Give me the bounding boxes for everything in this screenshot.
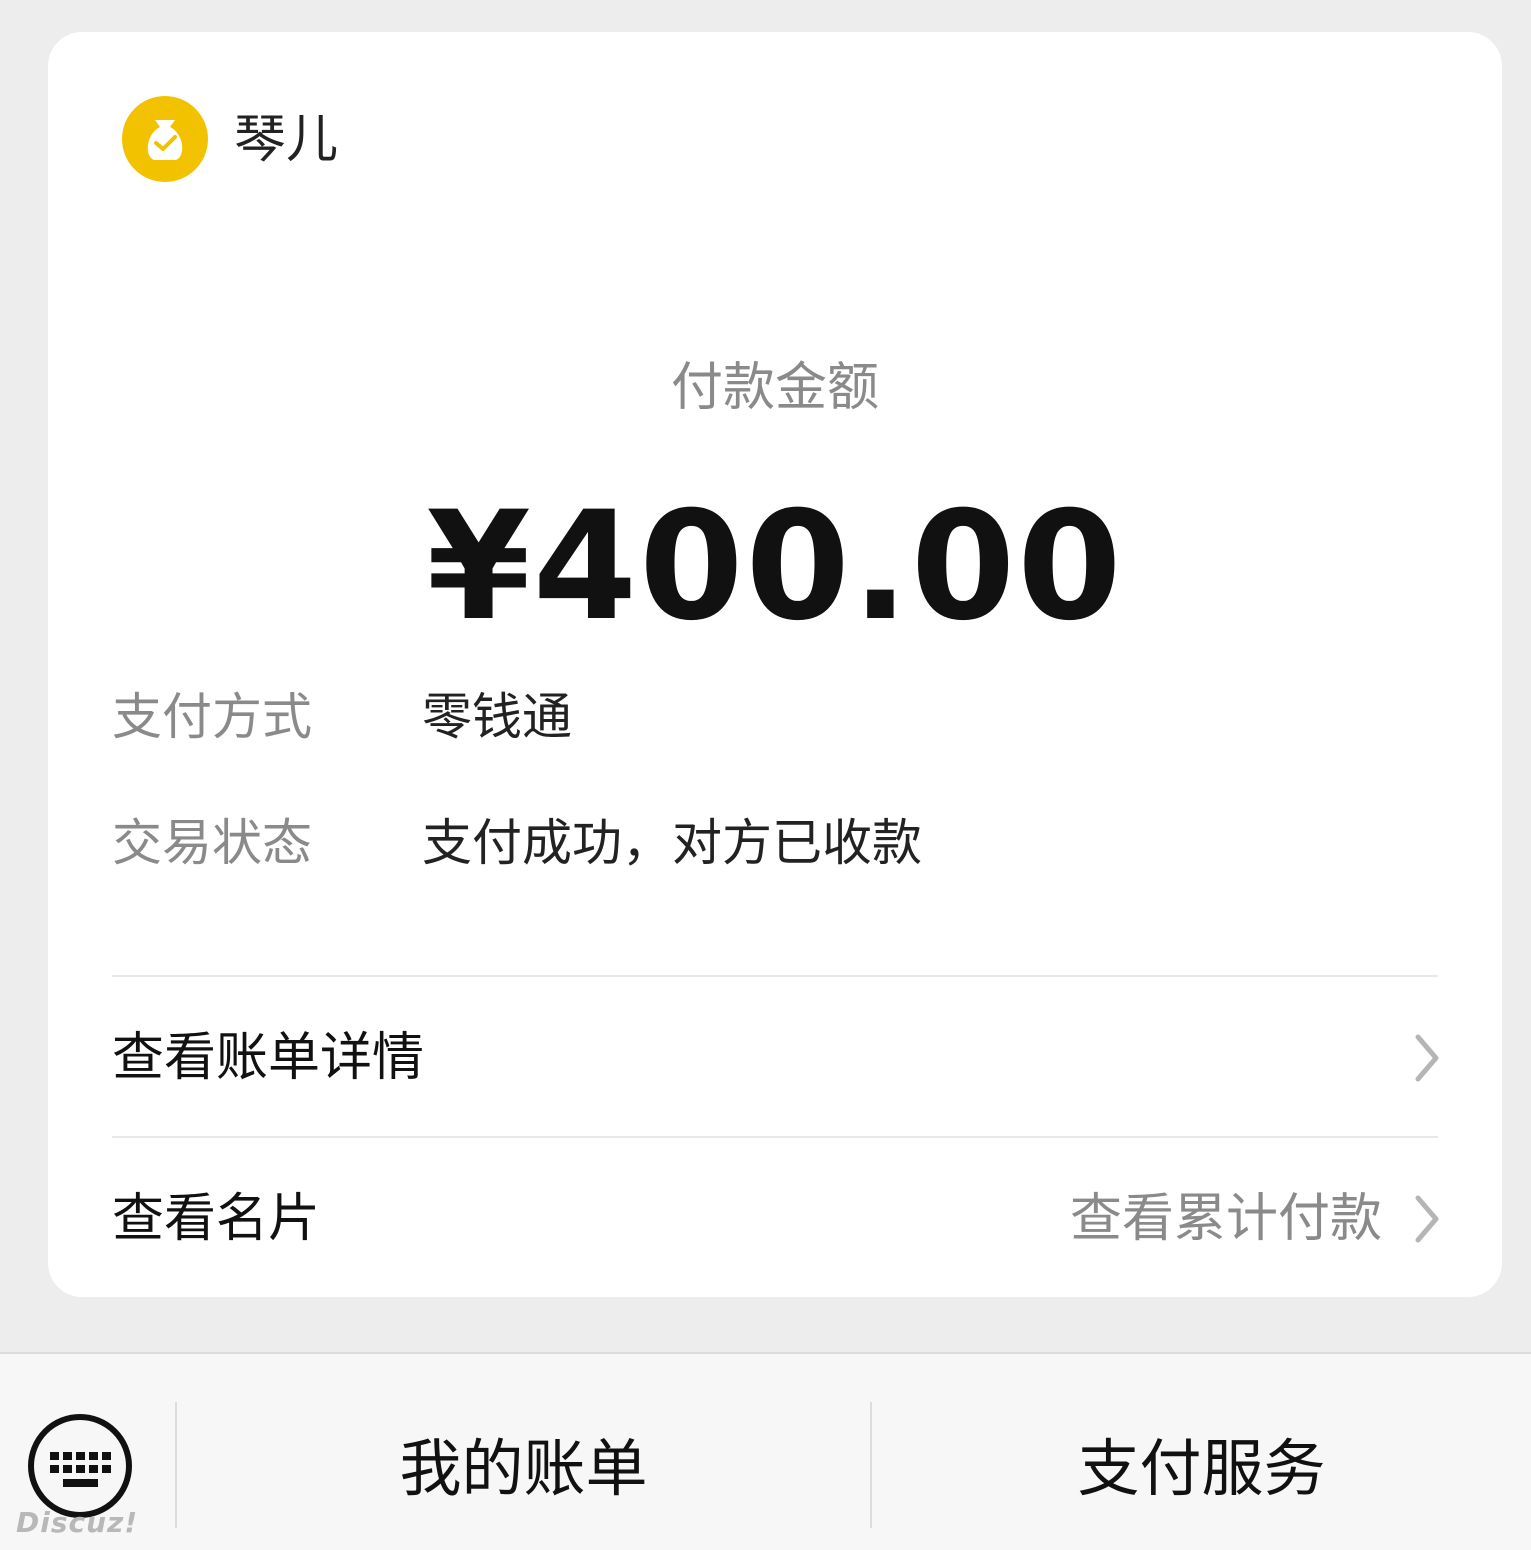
divider (112, 1136, 1438, 1138)
view-bill-details-link[interactable]: 查看账单详情 (112, 998, 1444, 1118)
chevron-right-icon (1415, 1034, 1439, 1082)
payment-services-button[interactable]: 支付服务 (872, 1424, 1531, 1514)
view-bill-details-label: 查看账单详情 (112, 1028, 425, 1088)
keyboard-icon[interactable] (26, 1412, 134, 1520)
amount-label: 付款金额 (670, 358, 879, 418)
payment-amount: ¥400.00 (426, 480, 1124, 654)
view-profile-card-link[interactable]: 查看名片 查看累计付款 (112, 1159, 1444, 1279)
payment-method-label: 支付方式 (112, 688, 312, 746)
view-cumulative-payments-link[interactable]: 查看累计付款 (1070, 1184, 1382, 1254)
payment-method-value: 零钱通 (422, 688, 572, 746)
payment-receipt-card: 琴儿 付款金额 ¥400.00 支付方式 零钱通 交易状态 支付成功，对方已收款… (48, 32, 1502, 1297)
bottom-action-bar: 我的账单 支付服务 (0, 1352, 1531, 1550)
view-profile-card-label: 查看名片 (112, 1189, 321, 1249)
transaction-status-value: 支付成功，对方已收款 (422, 814, 922, 872)
merchant-name: 琴儿 (234, 110, 339, 170)
divider (112, 975, 1438, 977)
my-bills-button[interactable]: 我的账单 (177, 1424, 870, 1514)
money-bag-check-icon (122, 96, 208, 182)
chevron-right-icon (1415, 1195, 1439, 1243)
watermark: Discuz! (16, 1506, 139, 1539)
transaction-status-label: 交易状态 (112, 814, 312, 872)
